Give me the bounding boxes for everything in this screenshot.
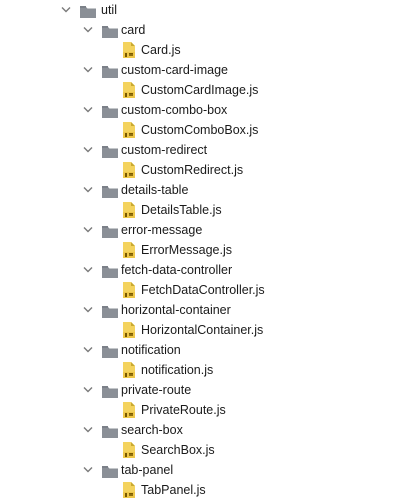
chevron-down-icon[interactable] xyxy=(82,380,94,400)
tree-row-file[interactable]: notification.js xyxy=(0,360,401,380)
tree-row-folder[interactable]: notification xyxy=(0,340,401,360)
tree-row-file[interactable]: Card.js xyxy=(0,40,401,60)
folder-label: card xyxy=(121,23,146,37)
chevron-down-icon[interactable] xyxy=(82,60,94,80)
chevron-down-icon[interactable] xyxy=(82,340,94,360)
tree-row-folder[interactable]: details-table xyxy=(0,180,401,200)
folder-icon xyxy=(102,24,118,38)
tree-row-file[interactable]: PrivateRoute.js xyxy=(0,400,401,420)
js-file-icon xyxy=(122,282,136,298)
util-children: card Card.js custom-card-image CustomCardIm… xyxy=(0,20,401,500)
file-label: DetailsTable.js xyxy=(141,203,222,217)
folder-label: custom-card-image xyxy=(121,63,228,77)
chevron-down-icon[interactable] xyxy=(82,420,94,440)
folder-icon xyxy=(102,384,118,398)
tree-row-file[interactable]: HorizontalContainer.js xyxy=(0,320,401,340)
tree-row-file[interactable]: DetailsTable.js xyxy=(0,200,401,220)
folder-label: horizontal-container xyxy=(121,303,231,317)
tree-row-folder[interactable]: custom-redirect xyxy=(0,140,401,160)
js-file-icon xyxy=(122,482,136,498)
chevron-down-icon[interactable] xyxy=(82,180,94,200)
tree-row-folder[interactable]: error-message xyxy=(0,220,401,240)
tree-row-file[interactable]: ErrorMessage.js xyxy=(0,240,401,260)
file-label: CustomComboBox.js xyxy=(141,123,259,137)
tree-row-file[interactable]: CustomCardImage.js xyxy=(0,80,401,100)
js-file-icon xyxy=(122,42,136,58)
js-file-icon xyxy=(122,82,136,98)
file-label: CustomCardImage.js xyxy=(141,83,259,97)
folder-label: error-message xyxy=(121,223,203,237)
tree-row-file[interactable]: TabPanel.js xyxy=(0,480,401,500)
js-file-icon xyxy=(122,122,136,138)
folder-icon xyxy=(102,344,118,358)
folder-label: details-table xyxy=(121,183,189,197)
tree-row-folder[interactable]: horizontal-container xyxy=(0,300,401,320)
file-label: TabPanel.js xyxy=(141,483,206,497)
js-file-icon xyxy=(122,442,136,458)
chevron-down-icon[interactable] xyxy=(82,220,94,240)
file-label: CustomRedirect.js xyxy=(141,163,244,177)
folder-icon xyxy=(102,144,118,158)
tree-row-folder[interactable]: search-box xyxy=(0,420,401,440)
folder-label: custom-redirect xyxy=(121,143,208,157)
file-label: SearchBox.js xyxy=(141,443,215,457)
file-label: PrivateRoute.js xyxy=(141,403,226,417)
js-file-icon xyxy=(122,362,136,378)
chevron-down-icon[interactable] xyxy=(60,0,72,20)
js-file-icon xyxy=(122,202,136,218)
chevron-down-icon[interactable] xyxy=(82,460,94,480)
file-label: FetchDataController.js xyxy=(141,283,265,297)
tree-row-file[interactable]: CustomComboBox.js xyxy=(0,120,401,140)
file-label: notification.js xyxy=(141,363,214,377)
folder-icon xyxy=(80,4,96,18)
folder-icon xyxy=(102,464,118,478)
folder-label: fetch-data-controller xyxy=(121,263,233,277)
folder-label: notification xyxy=(121,343,181,357)
folder-icon xyxy=(102,64,118,78)
tree-row-file[interactable]: FetchDataController.js xyxy=(0,280,401,300)
file-label: ErrorMessage.js xyxy=(141,243,232,257)
folder-icon xyxy=(102,304,118,318)
tree-row-util[interactable]: util xyxy=(0,0,401,20)
folder-label: search-box xyxy=(121,423,183,437)
js-file-icon xyxy=(122,242,136,258)
tree-row-file[interactable]: SearchBox.js xyxy=(0,440,401,460)
tree-row-file[interactable]: CustomRedirect.js xyxy=(0,160,401,180)
project-tree: util card Card.js custom-card-image CustomC… xyxy=(0,0,401,500)
chevron-down-icon[interactable] xyxy=(82,140,94,160)
file-label: HorizontalContainer.js xyxy=(141,323,264,337)
tree-row-folder[interactable]: card xyxy=(0,20,401,40)
file-label: Card.js xyxy=(141,43,181,57)
tree-row-folder[interactable]: fetch-data-controller xyxy=(0,260,401,280)
folder-icon xyxy=(102,424,118,438)
folder-icon xyxy=(102,104,118,118)
tree-row-folder[interactable]: custom-card-image xyxy=(0,60,401,80)
folder-icon xyxy=(102,224,118,238)
folder-icon xyxy=(102,264,118,278)
folder-label: util xyxy=(101,3,117,17)
tree-row-folder[interactable]: custom-combo-box xyxy=(0,100,401,120)
folder-label: custom-combo-box xyxy=(121,103,228,117)
tree-row-folder[interactable]: tab-panel xyxy=(0,460,401,480)
folder-icon xyxy=(102,184,118,198)
tree-row-folder[interactable]: private-route xyxy=(0,380,401,400)
js-file-icon xyxy=(122,162,136,178)
chevron-down-icon[interactable] xyxy=(82,100,94,120)
folder-label: tab-panel xyxy=(121,463,174,477)
js-file-icon xyxy=(122,402,136,418)
chevron-down-icon[interactable] xyxy=(82,20,94,40)
folder-label: private-route xyxy=(121,383,192,397)
js-file-icon xyxy=(122,322,136,338)
chevron-down-icon[interactable] xyxy=(82,260,94,280)
chevron-down-icon[interactable] xyxy=(82,300,94,320)
